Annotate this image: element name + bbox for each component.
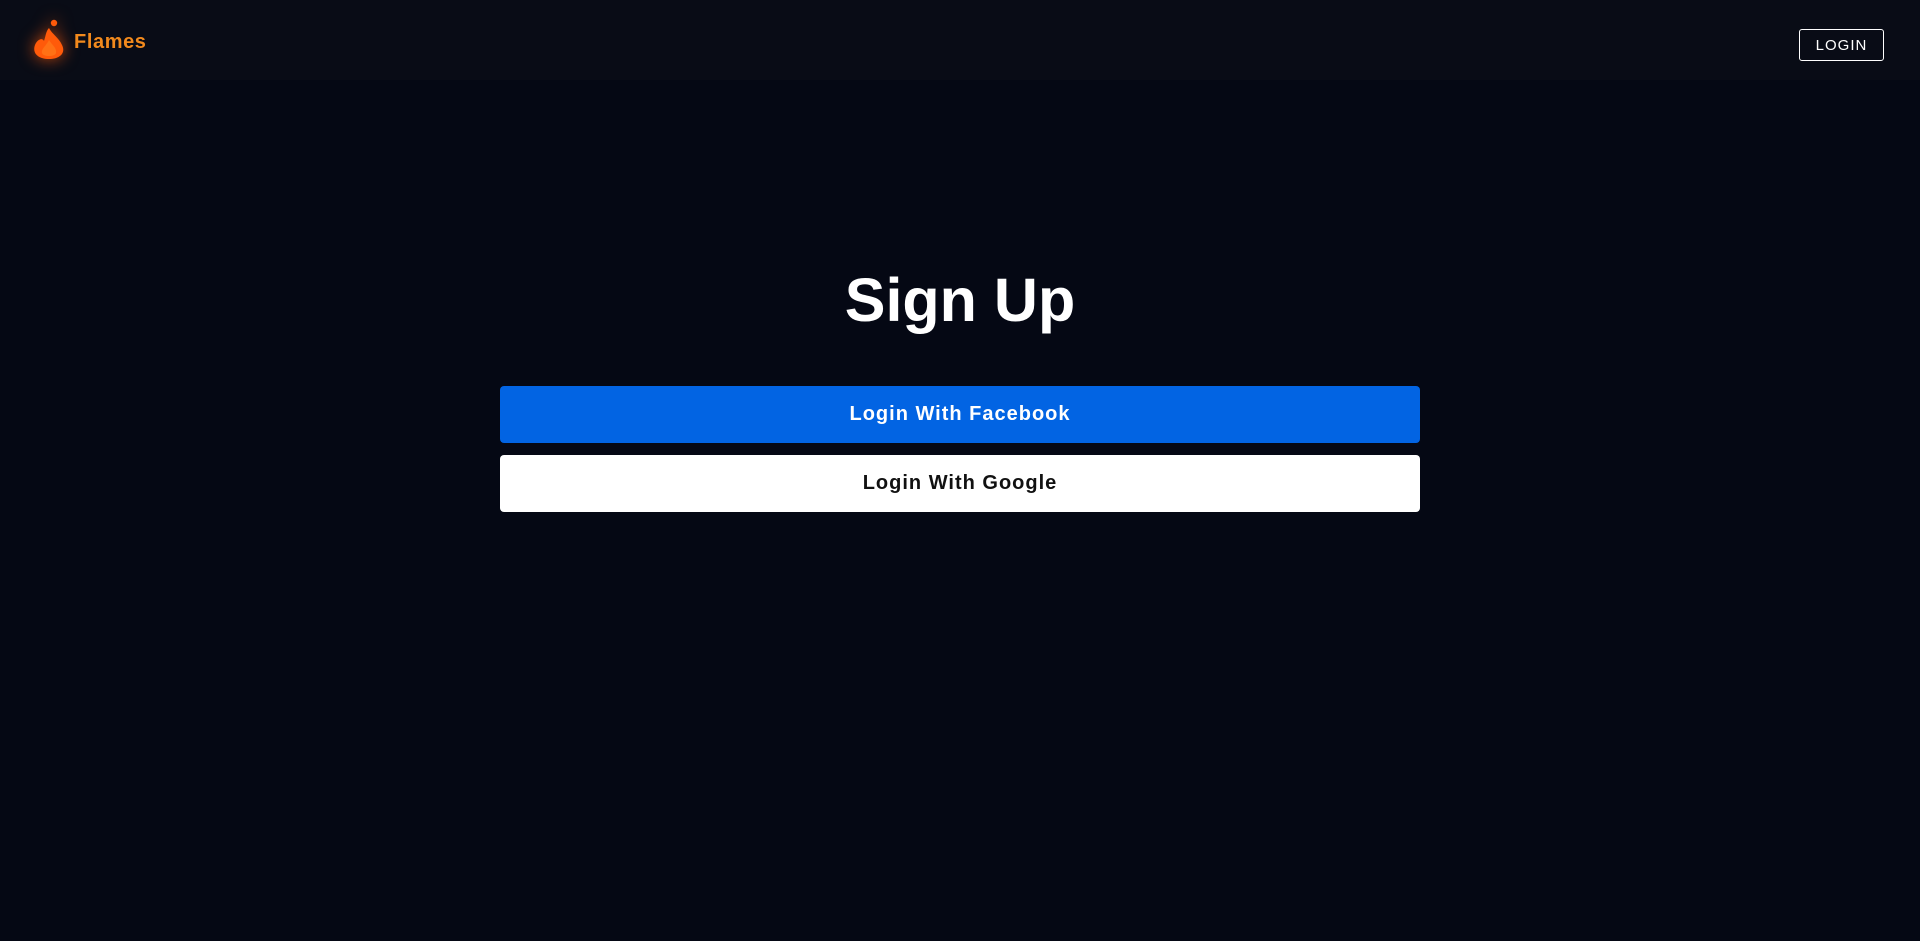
page-title: Sign Up — [844, 266, 1076, 334]
login-with-google-button[interactable]: Login With Google — [500, 455, 1420, 512]
flame-icon — [34, 19, 64, 59]
top-navbar: Flames LOGIN — [0, 0, 1920, 80]
brand-logo-link[interactable]: Flames — [31, 18, 147, 62]
login-with-facebook-button[interactable]: Login With Facebook — [500, 386, 1420, 443]
login-button[interactable]: LOGIN — [1799, 29, 1884, 61]
brand-name: Flames — [74, 30, 147, 53]
